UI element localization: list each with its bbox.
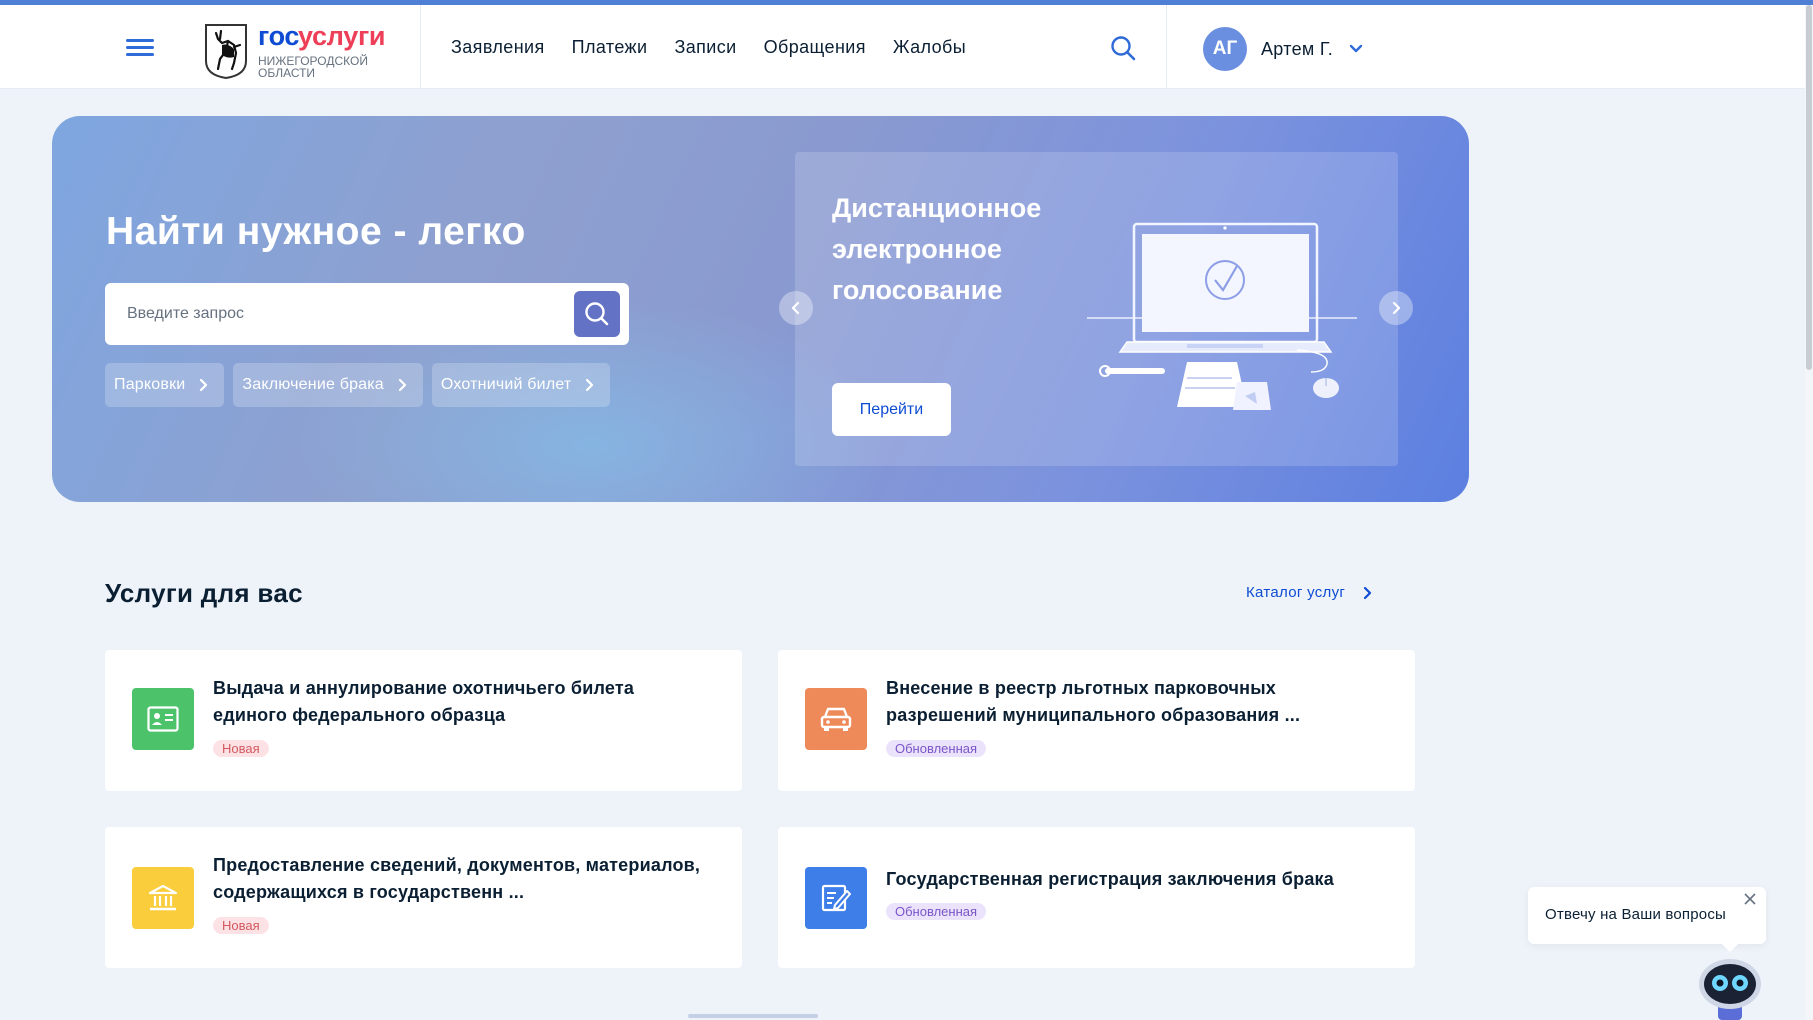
- nav-link-applications[interactable]: Заявления: [451, 37, 545, 58]
- search-icon: [585, 302, 609, 326]
- chip-hunting[interactable]: Охотничий билет: [431, 363, 611, 407]
- services-title: Услуги для вас: [105, 578, 303, 608]
- chat-bubble[interactable]: Отвечу на Ваши вопросы: [1528, 887, 1766, 952]
- deer-emblem-icon: [205, 24, 247, 79]
- chevron-right-icon: [200, 378, 208, 392]
- logo-brand-part2: услуги: [298, 21, 386, 51]
- chat-text: Отвечу на Ваши вопросы: [1545, 906, 1727, 923]
- catalog-label: Каталог услуг: [1246, 584, 1346, 601]
- user-name: Артем Г.: [1261, 38, 1334, 59]
- header: гос услуги Нижегородской области Заявлен…: [0, 5, 1805, 89]
- logo-brand-part1: гос: [258, 21, 300, 51]
- slide-title: Дистанционное электронное голосование: [832, 193, 1042, 305]
- chevron-right-icon: [1392, 301, 1401, 315]
- chip-marriage[interactable]: Заключение брака: [233, 363, 423, 407]
- catalog-link[interactable]: Каталог услуг: [1246, 584, 1372, 601]
- service-card-hunting-license[interactable]: Выдача и аннулирование охотничьего билет…: [105, 650, 742, 791]
- chevron-left-icon: [791, 301, 800, 315]
- service-card-marriage-registration[interactable]: Государственная регистрация заключения б…: [778, 827, 1415, 968]
- divider: [1166, 5, 1167, 89]
- search-button[interactable]: [574, 291, 620, 337]
- id-card-icon: [132, 688, 194, 750]
- hero-banner: Найти нужное - легко Парковки Заключение…: [52, 116, 1469, 502]
- menu-icon[interactable]: [126, 37, 156, 59]
- logo-region: Нижегородской области: [258, 54, 368, 80]
- chip-label: Заключение брака: [242, 376, 384, 393]
- user-menu[interactable]: АГ Артем Г.: [1203, 26, 1363, 72]
- chip-label: Парковки: [114, 376, 186, 393]
- partially-visible-link: [688, 1014, 818, 1018]
- scrollbar[interactable]: [1805, 5, 1813, 1020]
- scrollbar-thumb[interactable]: [1806, 5, 1812, 370]
- card-title: Выдача и аннулирование охотничьего билет…: [213, 678, 635, 725]
- nav-link-complaints[interactable]: Жалобы: [893, 37, 966, 58]
- banner-title: Найти нужное - легко: [106, 210, 526, 253]
- chevron-down-icon: [1349, 44, 1363, 53]
- close-icon[interactable]: [1742, 891, 1758, 907]
- nav-link-appeals[interactable]: Обращения: [764, 37, 866, 58]
- building-icon: [132, 867, 194, 929]
- avatar: АГ: [1203, 27, 1247, 71]
- quick-links: Парковки Заключение брака Охотничий биле…: [105, 363, 611, 407]
- main-nav: Заявления Платежи Записи Обращения Жалоб…: [451, 37, 966, 58]
- logo[interactable]: гос услуги Нижегородской области: [204, 21, 404, 81]
- card-title: Предоставление сведений, документов, мат…: [213, 855, 701, 902]
- document-edit-icon: [805, 867, 867, 929]
- chevron-right-icon: [586, 378, 594, 392]
- service-card-parking-permits[interactable]: Внесение в реестр льготных парковочных р…: [778, 650, 1415, 791]
- chevron-right-icon: [1364, 586, 1372, 599]
- carousel-prev-button[interactable]: [779, 291, 813, 325]
- service-card-state-documents[interactable]: Предоставление сведений, документов, мат…: [105, 827, 742, 968]
- laptop-voting-illustration: [1087, 222, 1357, 410]
- status-badge: Новая: [213, 740, 269, 757]
- card-title: Внесение в реестр льготных парковочных р…: [886, 678, 1301, 725]
- go-button[interactable]: Перейти: [832, 383, 951, 436]
- car-icon: [805, 688, 867, 750]
- search-input[interactable]: [127, 301, 547, 327]
- bubble-tail: [1722, 944, 1738, 952]
- carousel-slide: Дистанционное электронное голосование Пе…: [795, 152, 1398, 466]
- divider: [420, 5, 421, 89]
- nav-link-payments[interactable]: Платежи: [572, 37, 648, 58]
- status-badge: Обновленная: [886, 903, 987, 920]
- chevron-right-icon: [398, 378, 407, 392]
- chatbot-robot-icon[interactable]: [1696, 958, 1764, 1020]
- nav-link-appointments[interactable]: Записи: [674, 37, 736, 58]
- carousel-next-button[interactable]: [1379, 291, 1413, 325]
- banner-search: [105, 283, 629, 345]
- search-icon[interactable]: [1110, 35, 1136, 61]
- card-title: Государственная регистрация заключения б…: [886, 869, 1334, 889]
- status-badge: Новая: [213, 917, 269, 934]
- chip-parking[interactable]: Парковки: [105, 363, 225, 407]
- chip-label: Охотничий билет: [440, 376, 572, 393]
- status-badge: Обновленная: [886, 740, 987, 757]
